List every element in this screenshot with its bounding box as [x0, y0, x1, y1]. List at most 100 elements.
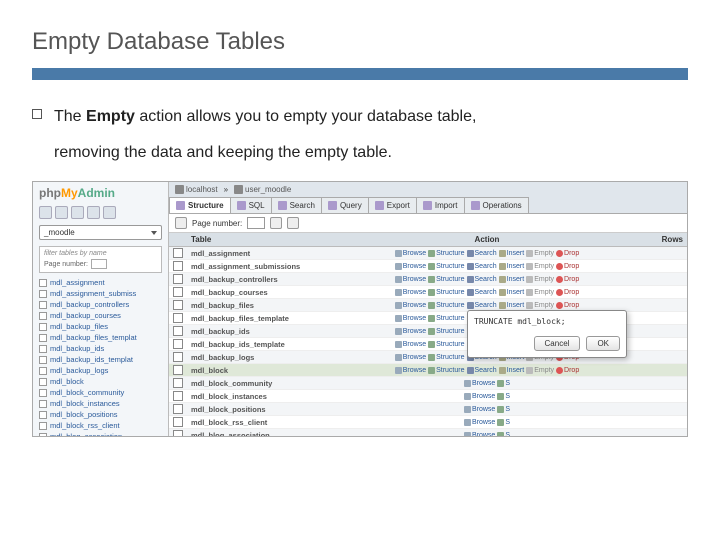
tab-query[interactable]: Query — [321, 197, 369, 213]
row-checkbox[interactable] — [173, 430, 183, 437]
cancel-button[interactable]: Cancel — [534, 336, 581, 351]
sidebar-table-link[interactable]: mdl_backup_ids_templat — [37, 354, 164, 365]
browse-action[interactable]: Browse — [395, 276, 426, 283]
search-action[interactable]: Search — [467, 367, 497, 374]
sidebar-table-link[interactable]: mdl_backup_ids — [37, 343, 164, 354]
structure-action[interactable]: S — [497, 406, 510, 413]
row-checkbox[interactable] — [173, 378, 183, 388]
page-next-button[interactable] — [270, 217, 282, 229]
row-checkbox[interactable] — [173, 300, 183, 310]
row-table-name[interactable]: mdl_block_instances — [187, 390, 327, 403]
browse-action[interactable]: Browse — [395, 315, 426, 322]
insert-action[interactable]: Insert — [499, 276, 525, 283]
row-table-name[interactable]: mdl_backup_courses — [187, 286, 327, 299]
insert-action[interactable]: Insert — [499, 302, 525, 309]
search-action[interactable]: Search — [467, 263, 497, 270]
sidebar-table-link[interactable]: mdl_block_positions — [37, 409, 164, 420]
sidebar-table-link[interactable]: mdl_assignment_submiss — [37, 288, 164, 299]
database-selector[interactable]: _moodle — [39, 225, 162, 240]
structure-action[interactable]: Structure — [428, 328, 464, 335]
sidebar-table-link[interactable]: mdl_block — [37, 376, 164, 387]
empty-action[interactable]: Empty — [526, 302, 554, 309]
drop-action[interactable]: Drop — [556, 276, 579, 283]
structure-action[interactable]: S — [497, 432, 510, 438]
row-checkbox[interactable] — [173, 417, 183, 427]
row-checkbox[interactable] — [173, 352, 183, 362]
row-table-name[interactable]: mdl_blog_association — [187, 429, 327, 438]
crumb-db[interactable]: user_moodle — [234, 185, 291, 194]
page-last-button[interactable] — [287, 217, 299, 229]
browse-action[interactable]: Browse — [395, 250, 426, 257]
browse-action[interactable]: Browse — [395, 263, 426, 270]
browse-action[interactable]: Browse — [395, 289, 426, 296]
browse-action[interactable]: Browse — [395, 302, 426, 309]
tab-search[interactable]: Search — [271, 197, 322, 213]
search-action[interactable]: Search — [467, 276, 497, 283]
browse-action[interactable]: Browse — [464, 419, 495, 426]
row-table-name[interactable]: mdl_block_community — [187, 377, 327, 390]
structure-action[interactable]: Structure — [428, 250, 464, 257]
row-table-name[interactable]: mdl_assignment_submissions — [187, 260, 327, 273]
structure-action[interactable]: Structure — [428, 302, 464, 309]
browse-action[interactable]: Browse — [464, 432, 495, 438]
sidebar-table-link[interactable]: mdl_backup_files_templat — [37, 332, 164, 343]
tab-structure[interactable]: Structure — [169, 197, 231, 213]
row-table-name[interactable]: mdl_backup_logs — [187, 351, 327, 364]
empty-action[interactable]: Empty — [526, 276, 554, 283]
browse-action[interactable]: Browse — [395, 328, 426, 335]
drop-action[interactable]: Drop — [556, 250, 579, 257]
empty-action[interactable]: Empty — [526, 250, 554, 257]
browse-action[interactable]: Browse — [464, 380, 495, 387]
tab-operations[interactable]: Operations — [464, 197, 529, 213]
row-table-name[interactable]: mdl_assignment — [187, 247, 327, 260]
row-checkbox[interactable] — [173, 339, 183, 349]
sidebar-table-link[interactable]: mdl_backup_controllers — [37, 299, 164, 310]
row-table-name[interactable]: mdl_backup_ids_template — [187, 338, 327, 351]
sidebar-table-link[interactable]: mdl_block_community — [37, 387, 164, 398]
docs-icon[interactable] — [87, 206, 100, 219]
structure-action[interactable]: Structure — [428, 354, 464, 361]
sql-icon[interactable] — [71, 206, 84, 219]
row-checkbox[interactable] — [173, 261, 183, 271]
insert-action[interactable]: Insert — [499, 250, 525, 257]
structure-action[interactable]: Structure — [428, 276, 464, 283]
browse-action[interactable]: Browse — [464, 393, 495, 400]
empty-action[interactable]: Empty — [526, 289, 554, 296]
structure-action[interactable]: S — [497, 393, 510, 400]
row-checkbox[interactable] — [173, 313, 183, 323]
home-icon[interactable] — [39, 206, 52, 219]
sidebar-table-link[interactable]: mdl_backup_files — [37, 321, 164, 332]
browse-action[interactable]: Browse — [395, 341, 426, 348]
row-table-name[interactable]: mdl_backup_files_template — [187, 312, 327, 325]
reload-icon[interactable] — [103, 206, 116, 219]
empty-action[interactable]: Empty — [526, 263, 554, 270]
filter-pagenum-input[interactable] — [91, 259, 107, 269]
row-checkbox[interactable] — [173, 274, 183, 284]
insert-action[interactable]: Insert — [499, 289, 525, 296]
row-table-name[interactable]: mdl_backup_ids — [187, 325, 327, 338]
sidebar-table-link[interactable]: mdl_assignment — [37, 277, 164, 288]
structure-action[interactable]: Structure — [428, 341, 464, 348]
sidebar-table-link[interactable]: mdl_blog_association — [37, 431, 164, 436]
search-action[interactable]: Search — [467, 250, 497, 257]
search-action[interactable]: Search — [467, 302, 497, 309]
logout-icon[interactable] — [55, 206, 68, 219]
structure-action[interactable]: Structure — [428, 289, 464, 296]
tab-import[interactable]: Import — [416, 197, 465, 213]
browse-action[interactable]: Browse — [395, 354, 426, 361]
structure-action[interactable]: Structure — [428, 367, 464, 374]
structure-action[interactable]: S — [497, 419, 510, 426]
page-first-button[interactable] — [175, 217, 187, 229]
row-table-name[interactable]: mdl_backup_files — [187, 299, 327, 312]
row-table-name[interactable]: mdl_block — [187, 364, 327, 377]
browse-action[interactable]: Browse — [395, 367, 426, 374]
sidebar-table-link[interactable]: mdl_backup_logs — [37, 365, 164, 376]
drop-action[interactable]: Drop — [556, 367, 579, 374]
tab-export[interactable]: Export — [368, 197, 417, 213]
insert-action[interactable]: Insert — [499, 367, 525, 374]
row-table-name[interactable]: mdl_block_positions — [187, 403, 327, 416]
row-checkbox[interactable] — [173, 391, 183, 401]
insert-action[interactable]: Insert — [499, 263, 525, 270]
sidebar-table-link[interactable]: mdl_backup_courses — [37, 310, 164, 321]
row-checkbox[interactable] — [173, 404, 183, 414]
